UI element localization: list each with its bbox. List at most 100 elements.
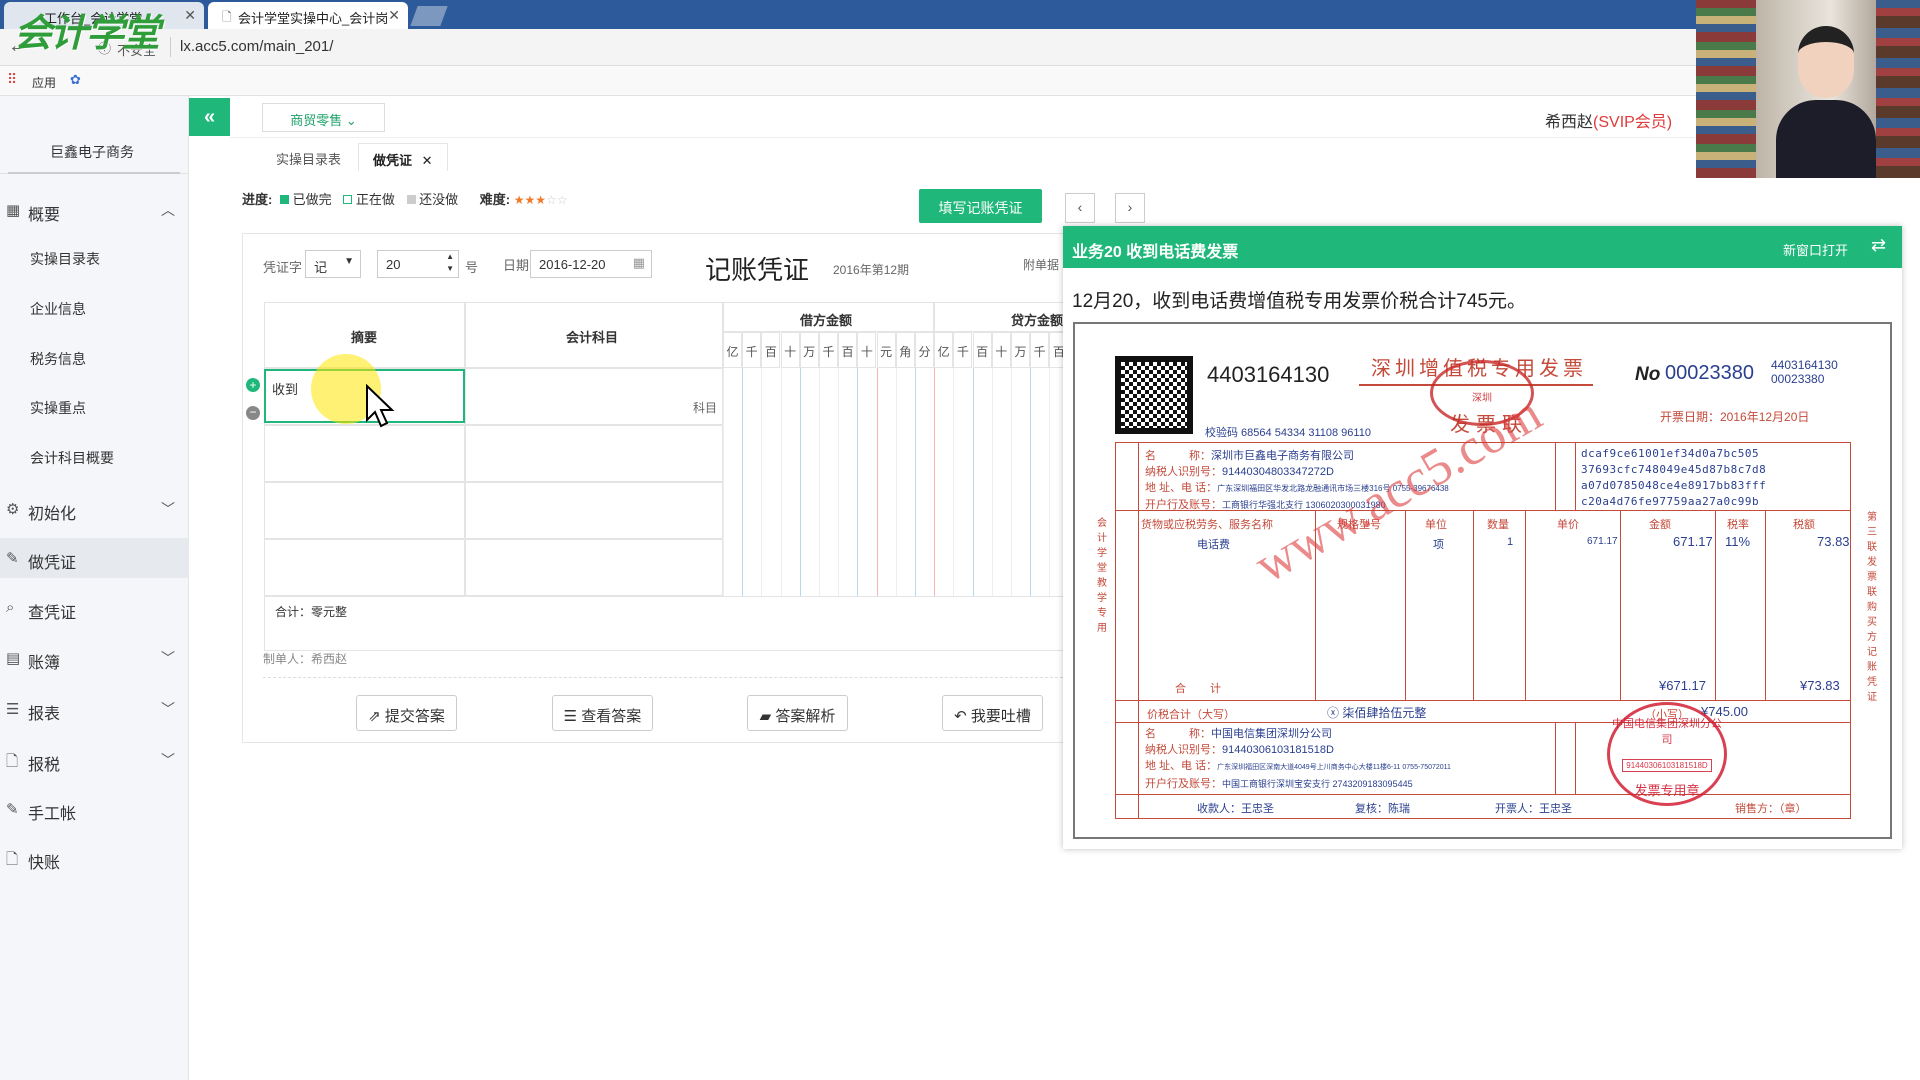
voucher-cell[interactable] bbox=[264, 425, 465, 482]
drawer: 开票人：王忠圣 bbox=[1495, 803, 1572, 815]
digit-header-cell: 百 bbox=[838, 332, 858, 368]
apps-grid-icon[interactable]: ⠿ bbox=[7, 71, 17, 88]
sidebar-sub-tax-info[interactable]: 税务信息 bbox=[30, 349, 86, 369]
line bbox=[1765, 510, 1766, 700]
credit-header: 贷方金额 bbox=[934, 302, 1064, 332]
header-price: 单价 bbox=[1557, 519, 1579, 531]
invoice-code: 4403164130 bbox=[1207, 362, 1330, 387]
sidebar-item-tax-filing[interactable]: 🗋 报税 ﹀ bbox=[0, 740, 189, 780]
amount-digit-cell bbox=[799, 482, 819, 539]
view-answer-button[interactable]: ☰ 查看答案 bbox=[552, 695, 653, 731]
seller-name-label: 名 称： bbox=[1145, 728, 1211, 740]
close-icon[interactable]: ✕ bbox=[422, 153, 433, 168]
amount-digit-cell bbox=[1030, 482, 1049, 539]
amount-digit-cell bbox=[876, 539, 896, 596]
sidebar-sub-key-points[interactable]: 实操重点 bbox=[30, 398, 86, 418]
submit-answer-button[interactable]: ⇗ 提交答案 bbox=[356, 695, 457, 731]
sidebar-sub-company-info[interactable]: 企业信息 bbox=[30, 299, 86, 319]
sidebar-sub-catalog[interactable]: 实操目录表 bbox=[30, 249, 100, 269]
swap-icon[interactable]: ⇄ bbox=[1871, 235, 1886, 256]
url-input[interactable]: lx.acc5.com/main_201/ bbox=[180, 38, 333, 55]
debit-header: 借方金额 bbox=[723, 302, 934, 332]
voucher-row[interactable] bbox=[264, 482, 1064, 539]
amount-digit-cell bbox=[1030, 425, 1049, 482]
item-price: 671.17 bbox=[1587, 536, 1618, 547]
amount-digit-cell bbox=[1030, 539, 1049, 596]
sidebar-collapse-button[interactable]: « bbox=[189, 98, 230, 136]
stepper-arrows-icon[interactable]: ▲ ▼ bbox=[446, 251, 454, 275]
seller-seal-label: 销售方：（章） bbox=[1735, 803, 1807, 815]
amount-digit-cell bbox=[742, 368, 761, 425]
voucher-cell[interactable] bbox=[465, 368, 723, 425]
voucher-cell[interactable] bbox=[465, 425, 723, 482]
date-input[interactable]: 2016-12-20 ▦ bbox=[530, 250, 652, 278]
sidebar-sub-account-overview[interactable]: 会计科目概要 bbox=[30, 448, 114, 468]
header-item-name: 货物或应税劳务、服务名称 bbox=[1141, 519, 1273, 531]
next-button[interactable]: › bbox=[1115, 193, 1145, 223]
tab-make-voucher[interactable]: 做凭证 ✕ bbox=[358, 143, 448, 171]
amount-digit-cell bbox=[991, 368, 1011, 425]
voucher-row[interactable] bbox=[264, 539, 1064, 596]
sidebar-item-init[interactable]: ⚙ 初始化 ﹀ bbox=[0, 489, 189, 529]
feedback-button[interactable]: ↶ 我要吐槽 bbox=[942, 695, 1043, 731]
prev-button[interactable]: ‹ bbox=[1065, 193, 1095, 223]
user-info[interactable]: 希西赵(SVIP会员) bbox=[1545, 108, 1672, 132]
browser-tab-practice[interactable]: 🗋 会计学堂实操中心_会计岗 ✕ bbox=[208, 2, 408, 29]
reviewer: 复核：陈瑞 bbox=[1355, 803, 1410, 815]
task-title: 业务20 收到电话费发票 bbox=[1072, 244, 1239, 261]
apps-bookmark[interactable]: 应用 bbox=[32, 74, 56, 91]
amount-digit-cell bbox=[838, 482, 857, 539]
amount-digit-cell bbox=[953, 425, 972, 482]
new-tab-button[interactable] bbox=[410, 6, 448, 26]
line bbox=[1555, 442, 1556, 510]
voucher-cell[interactable] bbox=[264, 482, 465, 539]
search-icon: ⌕ bbox=[6, 599, 15, 616]
sidebar-item-reports[interactable]: ☰ 报表 ﹀ bbox=[0, 689, 189, 729]
sidebar-item-manual-ledger[interactable]: ✎ 手工帐 bbox=[0, 789, 189, 829]
amount-digit-cell bbox=[723, 482, 742, 539]
voucher-word-select[interactable]: 记 ▼ bbox=[305, 250, 361, 278]
add-row-icon[interactable]: + bbox=[246, 378, 260, 392]
calendar-icon[interactable]: ▦ bbox=[633, 255, 645, 271]
stamp-text: 发票专用章 bbox=[1634, 783, 1700, 798]
amount-digit-cell bbox=[915, 482, 934, 539]
voucher-number-stepper[interactable]: 20 ▲ ▼ bbox=[377, 250, 459, 278]
seller-address: 广东深圳福田区深南大道4049号上川商务中心大楼11楼6-11 0755-750… bbox=[1217, 764, 1451, 771]
line bbox=[1115, 722, 1851, 723]
answer-explain-button[interactable]: ▰ 答案解析 bbox=[747, 695, 848, 731]
close-icon[interactable]: ✕ bbox=[184, 7, 196, 24]
button-label: 提交答案 bbox=[384, 708, 445, 725]
fill-voucher-button[interactable]: 填写记账凭证 bbox=[919, 189, 1042, 223]
summary-header-label: 摘要 bbox=[351, 330, 378, 345]
digit-header-cell: 万 bbox=[1011, 332, 1030, 368]
remove-row-icon[interactable]: − bbox=[246, 406, 260, 420]
open-new-window-link[interactable]: 新窗口打开 bbox=[1783, 240, 1848, 259]
tab-catalog[interactable]: 实操目录表 bbox=[262, 143, 355, 171]
voucher-row[interactable] bbox=[264, 425, 1064, 482]
sidebar-item-quick-ledger[interactable]: 🗋 快账 bbox=[0, 838, 189, 878]
sidebar-item-make-voucher[interactable]: ✎ 做凭证 bbox=[0, 538, 189, 578]
sidebar-item-query-voucher[interactable]: ⌕ 查凭证 bbox=[0, 588, 189, 628]
cipher-line: c20a4d76fe97759aa27a0c99b bbox=[1581, 495, 1760, 508]
line bbox=[1525, 510, 1526, 700]
sidebar-item-ledger[interactable]: ▤ 账簿 ﹀ bbox=[0, 638, 189, 678]
database-icon: ☰ bbox=[563, 708, 582, 725]
side-text-right: 第三联发票联购买方记账凭证 bbox=[1867, 512, 1877, 703]
buyer-name: 深圳市巨鑫电子商务有限公司 bbox=[1211, 450, 1354, 462]
amount-digit-cell bbox=[876, 482, 896, 539]
digit-header-row: 亿千百十万千百十元角分亿千百十万千百 bbox=[723, 332, 1064, 368]
voucher-cell[interactable] bbox=[465, 539, 723, 596]
invoice-left-band bbox=[1115, 442, 1139, 819]
side-number: 00023380 bbox=[1771, 372, 1825, 386]
voucher-cell[interactable] bbox=[465, 482, 723, 539]
seller-tax-id: 91440306103181518D bbox=[1222, 744, 1334, 756]
difficulty-label: 难度: bbox=[479, 192, 511, 207]
close-icon[interactable]: ✕ bbox=[388, 7, 400, 24]
voucher-cell[interactable] bbox=[264, 539, 465, 596]
sidebar-item-overview[interactable]: ▦ 概要 ︿ bbox=[0, 190, 189, 230]
paw-icon[interactable]: ✿ bbox=[70, 72, 81, 88]
industry-dropdown[interactable]: 商贸零售 ⌄ bbox=[262, 103, 385, 132]
amount-digit-cell bbox=[895, 482, 915, 539]
amount-digit-cell bbox=[838, 539, 857, 596]
bookshelf-image bbox=[1876, 0, 1920, 178]
